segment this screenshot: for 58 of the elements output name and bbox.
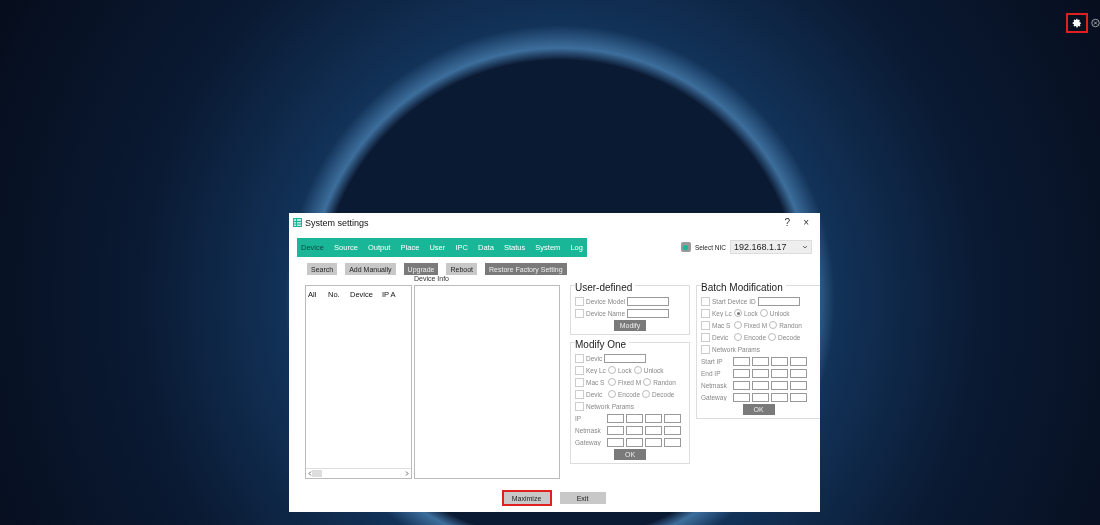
scroll-thumb[interactable] (312, 470, 322, 477)
input-field[interactable] (626, 413, 643, 423)
input-field[interactable] (645, 437, 662, 447)
nic-dropdown[interactable]: 192.168.1.17 (730, 240, 812, 254)
settings-icon (1072, 18, 1082, 28)
input-field[interactable] (752, 368, 769, 378)
checkbox[interactable] (575, 353, 584, 363)
checkbox[interactable] (701, 344, 710, 354)
table-icon (293, 218, 302, 227)
input-field[interactable] (771, 356, 788, 366)
input-field[interactable] (790, 380, 807, 390)
checkbox[interactable] (701, 308, 710, 318)
input-field[interactable] (757, 296, 800, 306)
input-field[interactable] (604, 353, 647, 363)
scrollbar[interactable] (306, 468, 411, 478)
group-title: User-defined (575, 282, 636, 293)
input-field[interactable] (626, 425, 643, 435)
input-field[interactable] (607, 425, 624, 435)
close-button[interactable]: × (798, 217, 814, 228)
window-title: System settings (305, 217, 370, 228)
caret-icon (802, 245, 808, 249)
input-field[interactable] (771, 368, 788, 378)
input-field[interactable] (733, 392, 750, 402)
settings-button[interactable] (1066, 13, 1088, 33)
input-field[interactable] (664, 437, 681, 447)
input-field[interactable] (790, 392, 807, 402)
group-title: Batch Modification (701, 282, 786, 293)
checkbox[interactable] (575, 401, 584, 411)
checkbox[interactable] (575, 296, 584, 306)
checkbox[interactable] (701, 296, 710, 306)
input-field[interactable] (645, 425, 662, 435)
checkbox[interactable] (701, 320, 710, 330)
checkbox[interactable] (701, 332, 710, 342)
checkbox[interactable] (575, 365, 584, 375)
input-field[interactable] (626, 437, 643, 447)
close-button[interactable] (1091, 17, 1100, 29)
input-field[interactable] (627, 296, 670, 306)
input-field[interactable] (627, 308, 669, 318)
checkbox[interactable] (575, 389, 584, 399)
input-field[interactable] (733, 356, 750, 366)
input-field[interactable] (733, 368, 750, 378)
input-field[interactable] (607, 437, 624, 447)
checkbox[interactable] (575, 308, 584, 318)
checkbox[interactable] (575, 377, 584, 387)
input-field[interactable] (790, 356, 807, 366)
input-field[interactable] (790, 368, 807, 378)
input-field[interactable] (752, 380, 769, 390)
input-field[interactable] (752, 392, 769, 402)
help-button[interactable]: ? (779, 217, 796, 228)
input-field[interactable] (607, 413, 624, 423)
input-field[interactable] (771, 392, 788, 402)
input-field[interactable] (771, 380, 788, 390)
input-field[interactable] (645, 413, 662, 423)
input-field[interactable] (733, 380, 750, 390)
group-title: Modify One (575, 339, 630, 350)
input-field[interactable] (664, 425, 681, 435)
input-field[interactable] (752, 356, 769, 366)
input-field[interactable] (664, 413, 681, 423)
